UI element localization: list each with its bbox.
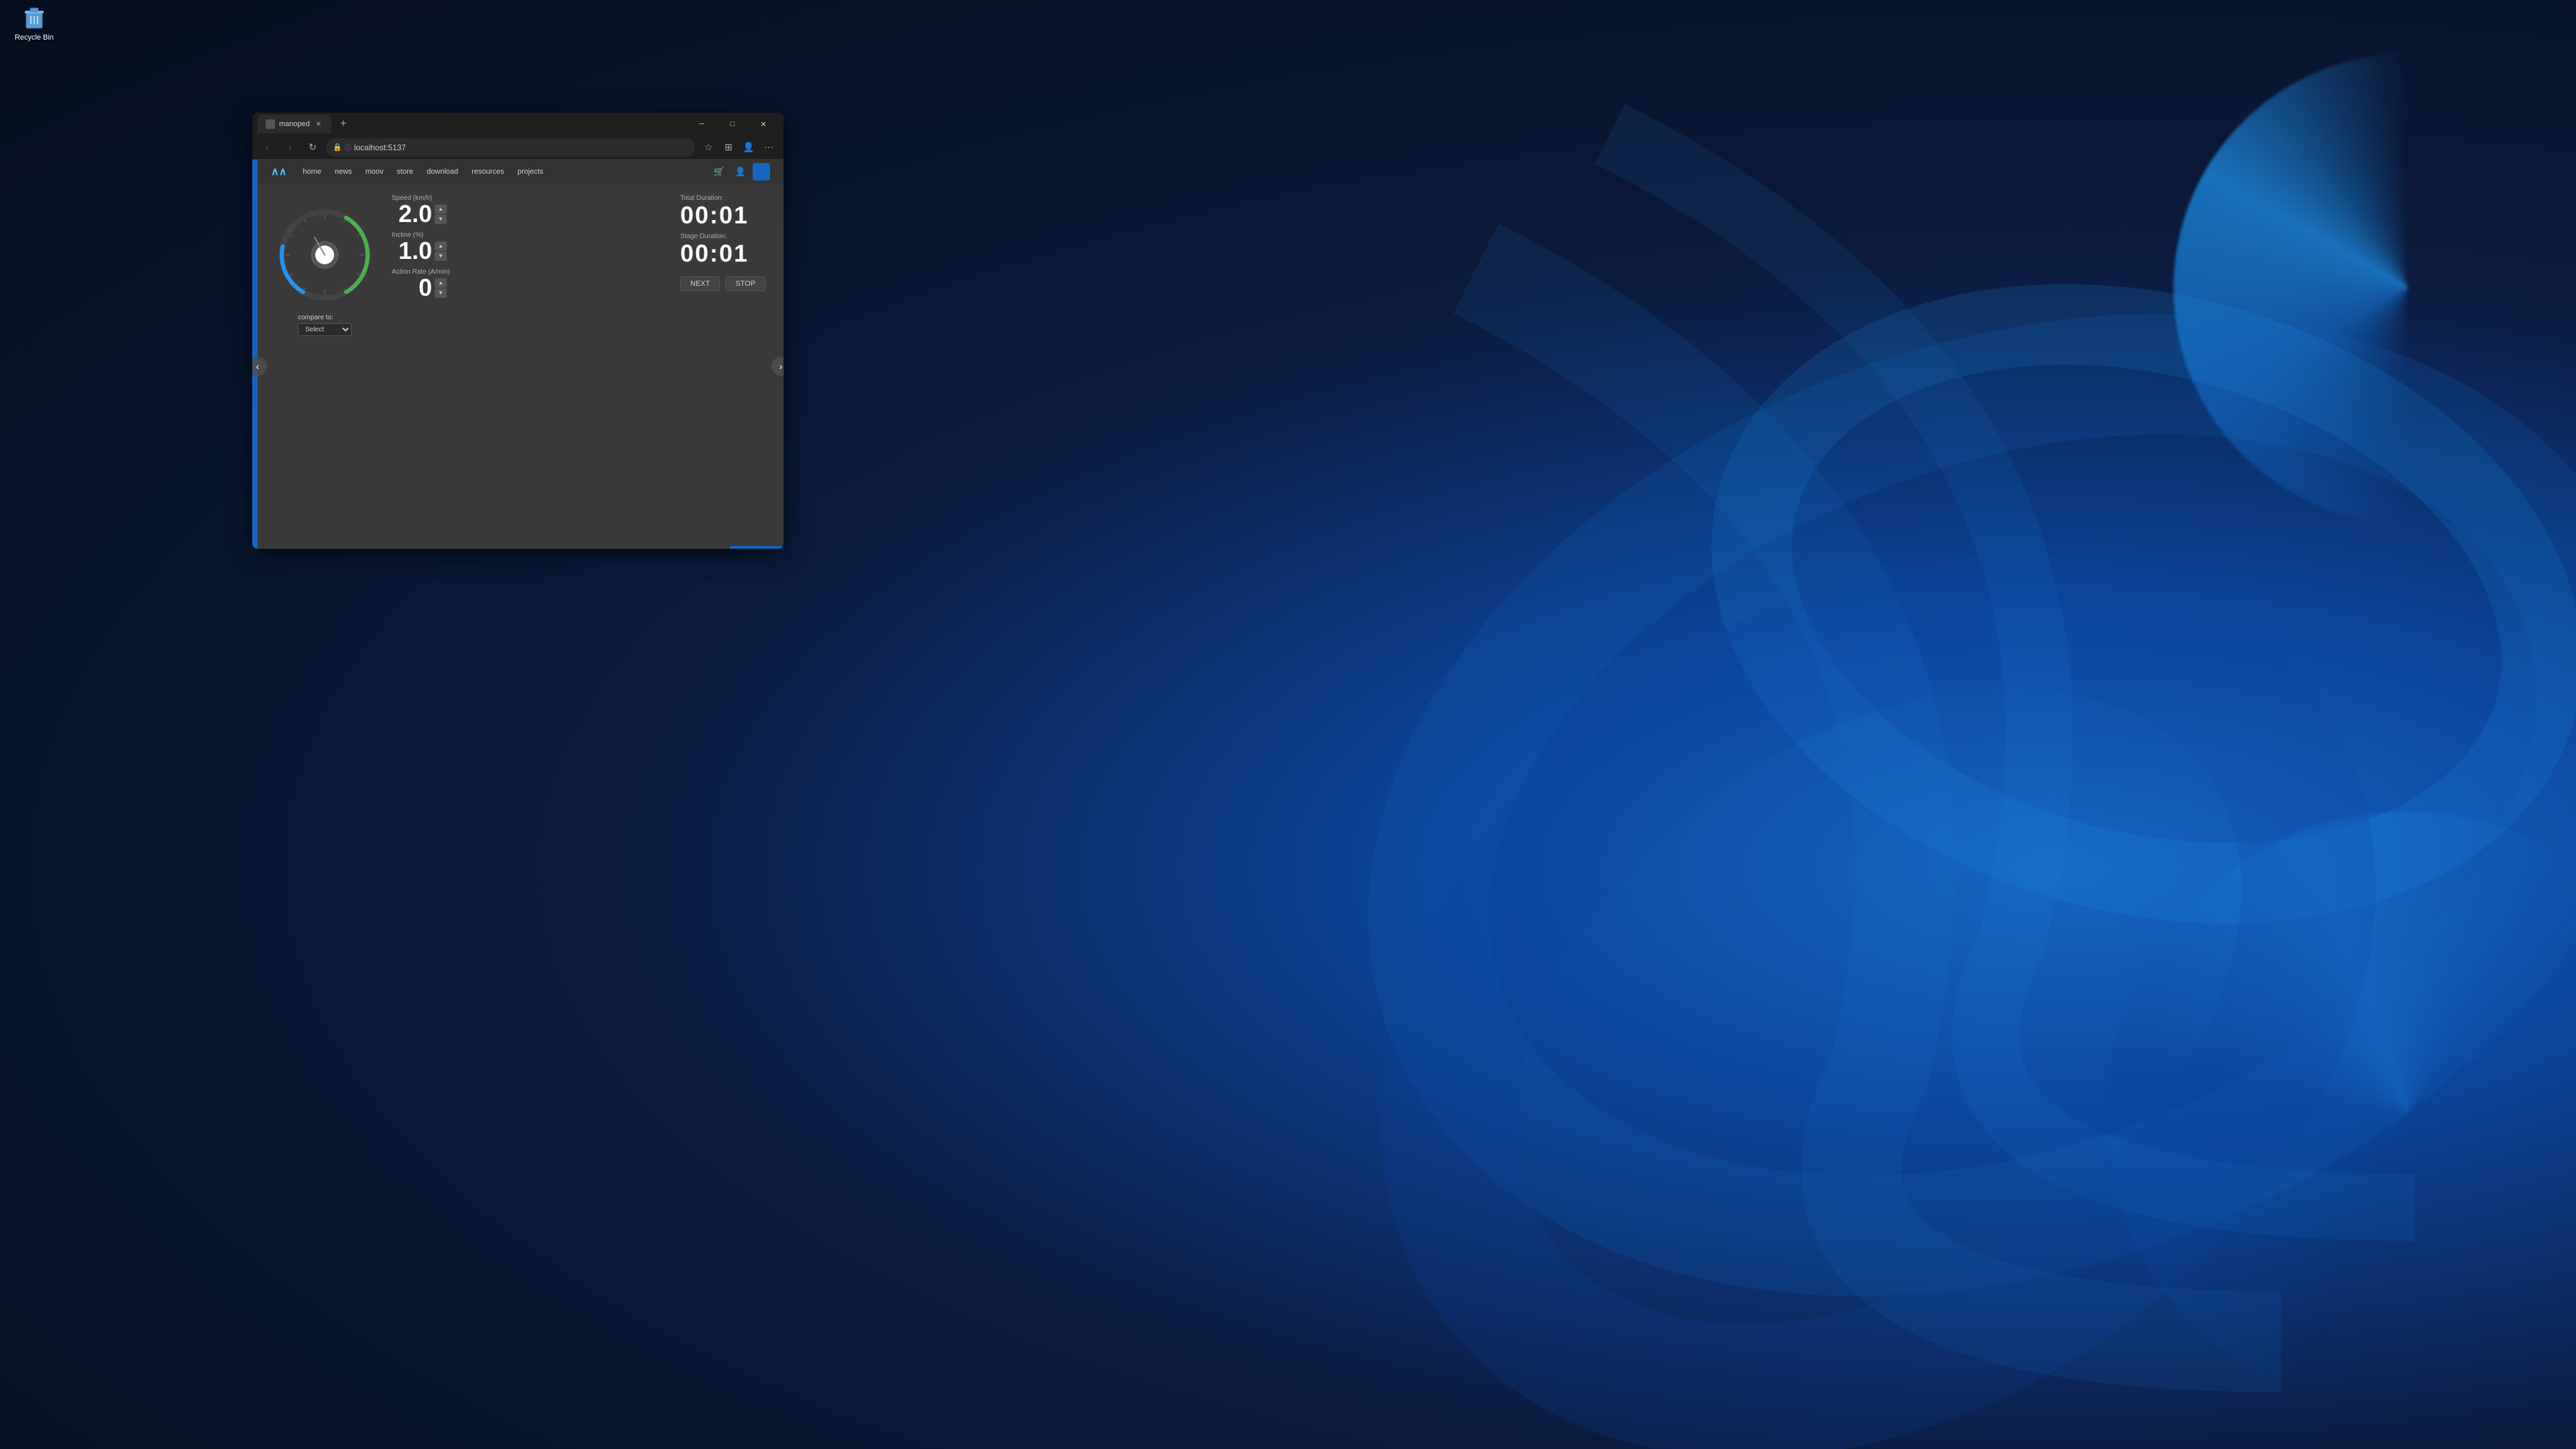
gauge-section: compare to: Select Option 1 Option 2 (271, 195, 378, 538)
action-buttons: NEXT STOP (680, 276, 767, 291)
progress-bar (730, 546, 784, 549)
app-logo[interactable]: ∧∧ (271, 165, 286, 178)
carousel-prev-button[interactable]: ‹ (252, 357, 267, 376)
nav-home[interactable]: home (297, 165, 327, 178)
star-icon: ☆ (704, 142, 713, 153)
app-navbar: ∧∧ home news moov store download resourc… (258, 160, 784, 184)
gauge-container (271, 201, 378, 309)
nav-moov[interactable]: moov (360, 165, 389, 178)
browser-toolbar: ‹ › ↻ 🔒 ⓘ localhost:5137 ☆ ⊞ 👤 (252, 136, 784, 160)
speed-value-container: 2.0 ▲ ▼ (392, 202, 667, 226)
action-rate-value: 0 (392, 276, 432, 300)
puzzle-icon: ⊞ (724, 142, 733, 153)
compare-section: compare to: Select Option 1 Option 2 (298, 314, 352, 336)
nav-resources[interactable]: resources (466, 165, 509, 178)
user-profile-button[interactable]: 👤 (739, 138, 758, 157)
settings-button[interactable]: ⋯ (759, 138, 778, 157)
tab-favicon (266, 119, 275, 129)
stage-duration-block: Stage Duration: 00:01 (680, 233, 767, 266)
next-button[interactable]: NEXT (680, 276, 720, 291)
total-duration-value: 00:01 (680, 203, 767, 227)
recycle-bin-label: Recycle Bin (15, 34, 54, 42)
address-icons: 🔒 ⓘ (333, 142, 352, 152)
action-rate-stepper: ▲ ▼ (435, 278, 447, 298)
browser-window: manoped ✕ + ─ □ ✕ ‹ › ↻ 🔒 ⓘ localhost:51… (252, 113, 784, 549)
incline-stepper: ▲ ▼ (435, 241, 447, 261)
ellipsis-icon: ⋯ (764, 142, 773, 153)
minimize-button[interactable]: ─ (687, 113, 716, 135)
recycle-bin-icon[interactable]: Recycle Bin (4, 4, 64, 42)
forward-icon: › (288, 142, 292, 153)
tab-title: manoped (279, 120, 310, 128)
browser-tab-active[interactable]: manoped ✕ (258, 115, 331, 133)
user-icon: 👤 (735, 166, 746, 177)
incline-increment-button[interactable]: ▲ (435, 241, 447, 251)
new-tab-button[interactable]: + (334, 115, 353, 133)
speed-value: 2.0 (392, 202, 432, 226)
right-arrow-icon: › (780, 361, 783, 372)
main-content: ‹ (258, 184, 784, 549)
recycle-bin-image (21, 4, 48, 31)
controls-section: Speed (km/h) 2.0 ▲ ▼ Incline (%) (392, 195, 667, 538)
address-url: localhost:5137 (354, 143, 688, 152)
nav-store[interactable]: store (392, 165, 419, 178)
nav-projects[interactable]: projects (512, 165, 549, 178)
back-button[interactable]: ‹ (258, 138, 276, 157)
toolbar-actions: ☆ ⊞ 👤 ⋯ (699, 138, 778, 157)
stop-button[interactable]: STOP (725, 276, 765, 291)
nav-news[interactable]: news (329, 165, 358, 178)
speed-metric: Speed (km/h) 2.0 ▲ ▼ (392, 195, 667, 226)
action-rate-increment-button[interactable]: ▲ (435, 278, 447, 288)
security-icon: 🔒 (333, 143, 342, 152)
bookmark-button[interactable]: ☆ (699, 138, 718, 157)
speed-stepper: ▲ ▼ (435, 205, 447, 224)
back-icon: ‹ (266, 142, 269, 153)
app-square-button[interactable] (753, 163, 770, 180)
forward-button[interactable]: › (280, 138, 299, 157)
tab-close-button[interactable]: ✕ (314, 119, 323, 129)
incline-value: 1.0 (392, 239, 432, 263)
speed-decrement-button[interactable]: ▼ (435, 215, 447, 224)
stage-duration-value: 00:01 (680, 241, 767, 266)
extensions-button[interactable]: ⊞ (719, 138, 738, 157)
address-bar[interactable]: 🔒 ⓘ localhost:5137 (326, 138, 695, 157)
info-icon: ⓘ (345, 142, 352, 152)
gauge-svg (271, 201, 378, 309)
refresh-button[interactable]: ↻ (303, 138, 322, 157)
compare-select[interactable]: Select Option 1 Option 2 (298, 323, 352, 336)
compare-label: compare to: (298, 314, 352, 321)
user-button[interactable]: 👤 (731, 162, 750, 181)
speed-increment-button[interactable]: ▲ (435, 205, 447, 214)
nav-download[interactable]: download (421, 165, 464, 178)
refresh-icon: ↻ (309, 142, 317, 153)
cart-icon: 🛒 (714, 166, 724, 177)
incline-decrement-button[interactable]: ▼ (435, 252, 447, 261)
action-rate-metric: Action Rate (A/min) 0 ▲ ▼ (392, 268, 667, 300)
left-arrow-icon: ‹ (256, 361, 260, 372)
close-button[interactable]: ✕ (749, 113, 778, 135)
carousel-next-button[interactable]: › (771, 357, 784, 376)
incline-metric: Incline (%) 1.0 ▲ ▼ (392, 231, 667, 263)
left-accent-bar (252, 160, 258, 549)
profile-icon: 👤 (743, 142, 754, 153)
incline-value-container: 1.0 ▲ ▼ (392, 239, 667, 263)
browser-titlebar: manoped ✕ + ─ □ ✕ (252, 113, 784, 136)
window-controls: ─ □ ✕ (687, 113, 778, 135)
cart-button[interactable]: 🛒 (710, 162, 729, 181)
timer-section: Total Duration: 00:01 Stage Duration: 00… (680, 195, 767, 538)
total-duration-block: Total Duration: 00:01 (680, 195, 767, 227)
app-content-area: ∧∧ home news moov store download resourc… (252, 160, 784, 549)
action-rate-value-container: 0 ▲ ▼ (392, 276, 667, 300)
maximize-button[interactable]: □ (718, 113, 747, 135)
tab-bar: manoped ✕ + (258, 113, 687, 136)
action-rate-decrement-button[interactable]: ▼ (435, 288, 447, 298)
